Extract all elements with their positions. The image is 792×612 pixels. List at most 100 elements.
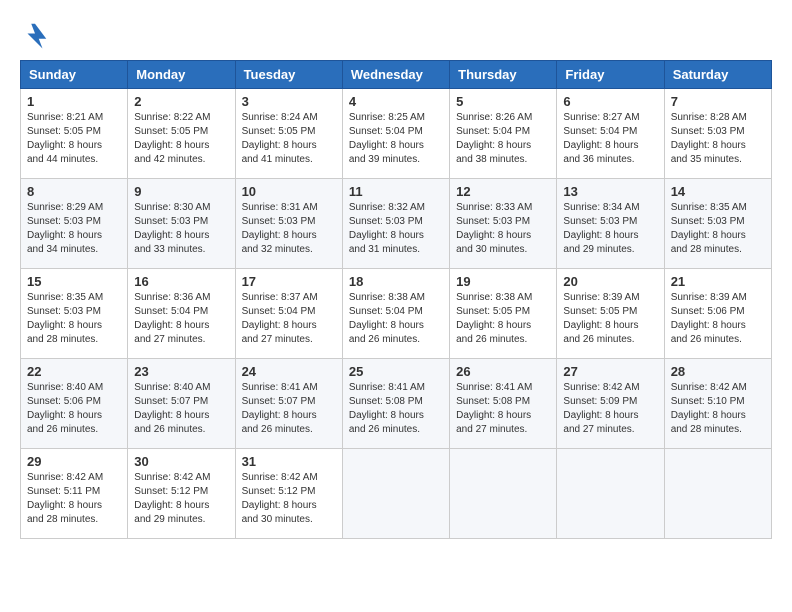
day-header-tuesday: Tuesday: [235, 61, 342, 89]
calendar-header-row: SundayMondayTuesdayWednesdayThursdayFrid…: [21, 61, 772, 89]
day-info: Sunrise: 8:40 AMSunset: 5:07 PMDaylight:…: [134, 381, 228, 437]
day-info: Sunrise: 8:37 AMSunset: 5:04 PMDaylight:…: [242, 291, 336, 347]
day-header-friday: Friday: [557, 61, 664, 89]
day-number: 22: [27, 364, 121, 379]
day-number: 28: [671, 364, 765, 379]
day-number: 11: [349, 184, 443, 199]
day-info: Sunrise: 8:38 AMSunset: 5:04 PMDaylight:…: [349, 291, 443, 347]
day-number: 31: [242, 454, 336, 469]
calendar-cell: 12 Sunrise: 8:33 AMSunset: 5:03 PMDayligh…: [450, 179, 557, 269]
calendar-cell: 4Sunrise: 8:25 AMSunset: 5:04 PMDaylight…: [342, 89, 449, 179]
day-number: 23: [134, 364, 228, 379]
day-info: Sunrise: 8:39 AMSunset: 5:05 PMDaylight:…: [563, 291, 657, 347]
calendar-cell: 27 Sunrise: 8:42 AMSunset: 5:09 PMDayligh…: [557, 359, 664, 449]
day-number: 5: [456, 94, 550, 109]
day-info: Sunrise: 8:41 AMSunset: 5:08 PMDaylight:…: [349, 381, 443, 437]
calendar-cell: 19 Sunrise: 8:38 AMSunset: 5:05 PMDayligh…: [450, 269, 557, 359]
calendar-cell: 1Sunrise: 8:21 AMSunset: 5:05 PMDaylight…: [21, 89, 128, 179]
calendar-cell: 13 Sunrise: 8:34 AMSunset: 5:03 PMDayligh…: [557, 179, 664, 269]
day-number: 20: [563, 274, 657, 289]
calendar-cell: 3 Sunrise: 8:24 AMSunset: 5:05 PMDaylight…: [235, 89, 342, 179]
calendar-cell: 16 Sunrise: 8:36 AMSunset: 5:04 PMDayligh…: [128, 269, 235, 359]
day-number: 13: [563, 184, 657, 199]
day-number: 19: [456, 274, 550, 289]
calendar-cell: 30Sunrise: 8:42 AMSunset: 5:12 PMDayligh…: [128, 449, 235, 539]
calendar-cell: 15Sunrise: 8:35 AMSunset: 5:03 PMDayligh…: [21, 269, 128, 359]
calendar-cell: 29Sunrise: 8:42 AMSunset: 5:11 PMDayligh…: [21, 449, 128, 539]
week-row: 29Sunrise: 8:42 AMSunset: 5:11 PMDayligh…: [21, 449, 772, 539]
day-info: Sunrise: 8:41 AMSunset: 5:08 PMDaylight:…: [456, 381, 550, 437]
day-number: 10: [242, 184, 336, 199]
day-number: 6: [563, 94, 657, 109]
day-number: 4: [349, 94, 443, 109]
calendar-cell: 21 Sunrise: 8:39 AMSunset: 5:06 PMDayligh…: [664, 269, 771, 359]
calendar-cell: [664, 449, 771, 539]
day-info: Sunrise: 8:34 AMSunset: 5:03 PMDaylight:…: [563, 201, 657, 257]
day-number: 25: [349, 364, 443, 379]
calendar-cell: 31 Sunrise: 8:42 AMSunset: 5:12 PMDayligh…: [235, 449, 342, 539]
day-number: 16: [134, 274, 228, 289]
day-number: 2: [134, 94, 228, 109]
day-number: 24: [242, 364, 336, 379]
day-number: 21: [671, 274, 765, 289]
day-info: Sunrise: 8:29 AMSunset: 5:03 PMDaylight:…: [27, 201, 121, 257]
calendar-cell: 25 Sunrise: 8:41 AMSunset: 5:08 PMDayligh…: [342, 359, 449, 449]
day-info: Sunrise: 8:40 AMSunset: 5:06 PMDaylight:…: [27, 381, 121, 437]
day-number: 26: [456, 364, 550, 379]
calendar-cell: 9Sunrise: 8:30 AMSunset: 5:03 PMDaylight…: [128, 179, 235, 269]
day-info: Sunrise: 8:26 AMSunset: 5:04 PMDaylight:…: [456, 111, 550, 167]
day-number: 8: [27, 184, 121, 199]
calendar-cell: 10 Sunrise: 8:31 AMSunset: 5:03 PMDayligh…: [235, 179, 342, 269]
calendar-cell: 8 Sunrise: 8:29 AMSunset: 5:03 PMDaylight…: [21, 179, 128, 269]
logo: [20, 20, 54, 50]
calendar-cell: [342, 449, 449, 539]
calendar-cell: 2 Sunrise: 8:22 AMSunset: 5:05 PMDaylight…: [128, 89, 235, 179]
day-info: Sunrise: 8:41 AMSunset: 5:07 PMDaylight:…: [242, 381, 336, 437]
day-info: Sunrise: 8:33 AMSunset: 5:03 PMDaylight:…: [456, 201, 550, 257]
week-row: 1Sunrise: 8:21 AMSunset: 5:05 PMDaylight…: [21, 89, 772, 179]
calendar-cell: 18 Sunrise: 8:38 AMSunset: 5:04 PMDayligh…: [342, 269, 449, 359]
week-row: 22 Sunrise: 8:40 AMSunset: 5:06 PMDayligh…: [21, 359, 772, 449]
calendar-cell: 5 Sunrise: 8:26 AMSunset: 5:04 PMDaylight…: [450, 89, 557, 179]
day-info: Sunrise: 8:35 AMSunset: 5:03 PMDaylight:…: [27, 291, 121, 347]
day-info: Sunrise: 8:35 AMSunset: 5:03 PMDaylight:…: [671, 201, 765, 257]
day-info: Sunrise: 8:39 AMSunset: 5:06 PMDaylight:…: [671, 291, 765, 347]
calendar-cell: 24 Sunrise: 8:41 AMSunset: 5:07 PMDayligh…: [235, 359, 342, 449]
day-info: Sunrise: 8:27 AMSunset: 5:04 PMDaylight:…: [563, 111, 657, 167]
week-row: 15Sunrise: 8:35 AMSunset: 5:03 PMDayligh…: [21, 269, 772, 359]
day-header-wednesday: Wednesday: [342, 61, 449, 89]
logo-icon: [20, 20, 50, 50]
calendar-cell: 28 Sunrise: 8:42 AMSunset: 5:10 PMDayligh…: [664, 359, 771, 449]
calendar-cell: 7 Sunrise: 8:28 AMSunset: 5:03 PMDaylight…: [664, 89, 771, 179]
day-info: Sunrise: 8:38 AMSunset: 5:05 PMDaylight:…: [456, 291, 550, 347]
day-info: Sunrise: 8:28 AMSunset: 5:03 PMDaylight:…: [671, 111, 765, 167]
day-number: 18: [349, 274, 443, 289]
calendar: SundayMondayTuesdayWednesdayThursdayFrid…: [20, 60, 772, 539]
calendar-cell: [450, 449, 557, 539]
day-info: Sunrise: 8:42 AMSunset: 5:10 PMDaylight:…: [671, 381, 765, 437]
day-number: 7: [671, 94, 765, 109]
day-number: 3: [242, 94, 336, 109]
calendar-cell: 22 Sunrise: 8:40 AMSunset: 5:06 PMDayligh…: [21, 359, 128, 449]
day-info: Sunrise: 8:21 AMSunset: 5:05 PMDaylight:…: [27, 111, 121, 167]
day-header-thursday: Thursday: [450, 61, 557, 89]
day-info: Sunrise: 8:31 AMSunset: 5:03 PMDaylight:…: [242, 201, 336, 257]
calendar-cell: 14Sunrise: 8:35 AMSunset: 5:03 PMDayligh…: [664, 179, 771, 269]
day-number: 12: [456, 184, 550, 199]
calendar-cell: 17Sunrise: 8:37 AMSunset: 5:04 PMDayligh…: [235, 269, 342, 359]
calendar-cell: 11Sunrise: 8:32 AMSunset: 5:03 PMDayligh…: [342, 179, 449, 269]
day-number: 27: [563, 364, 657, 379]
day-header-saturday: Saturday: [664, 61, 771, 89]
day-header-monday: Monday: [128, 61, 235, 89]
day-info: Sunrise: 8:42 AMSunset: 5:12 PMDaylight:…: [242, 471, 336, 527]
day-info: Sunrise: 8:24 AMSunset: 5:05 PMDaylight:…: [242, 111, 336, 167]
page-header: [20, 20, 772, 50]
calendar-cell: 26 Sunrise: 8:41 AMSunset: 5:08 PMDayligh…: [450, 359, 557, 449]
calendar-cell: 6 Sunrise: 8:27 AMSunset: 5:04 PMDaylight…: [557, 89, 664, 179]
day-info: Sunrise: 8:42 AMSunset: 5:09 PMDaylight:…: [563, 381, 657, 437]
calendar-cell: [557, 449, 664, 539]
day-info: Sunrise: 8:42 AMSunset: 5:11 PMDaylight:…: [27, 471, 121, 527]
day-info: Sunrise: 8:36 AMSunset: 5:04 PMDaylight:…: [134, 291, 228, 347]
day-info: Sunrise: 8:22 AMSunset: 5:05 PMDaylight:…: [134, 111, 228, 167]
calendar-cell: 20 Sunrise: 8:39 AMSunset: 5:05 PMDayligh…: [557, 269, 664, 359]
